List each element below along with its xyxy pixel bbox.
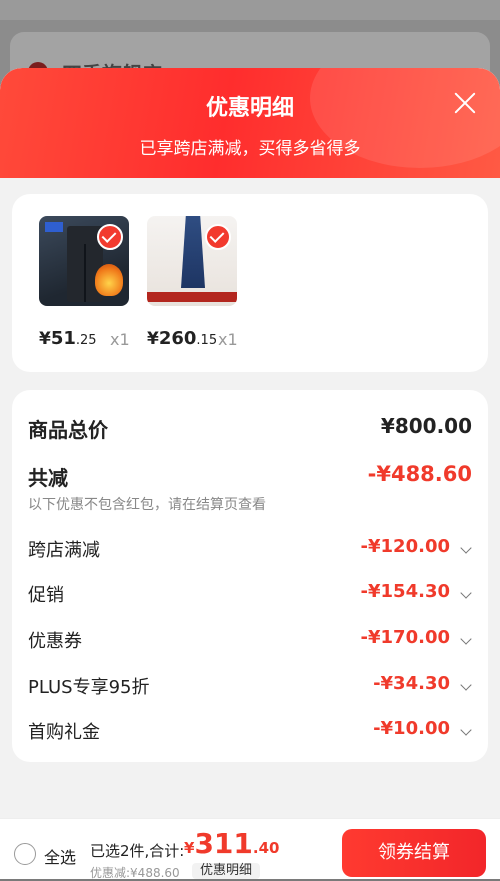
discount-item-value: -¥10.00 (373, 718, 450, 739)
select-all-radio[interactable] (14, 843, 36, 865)
discount-item-row[interactable]: 跨店满减 -¥120.00 (28, 536, 472, 566)
brand-logo (45, 222, 63, 232)
discount-item-label: 跨店满减 (28, 540, 100, 561)
discount-note: 以下优惠不包含红包，请在结算页查看 (28, 497, 266, 513)
total-price-value: ¥800.00 (380, 414, 472, 438)
selected-count-text: 已选2件,合计: (90, 842, 185, 860)
discount-amount-text: 优惠减:¥488.60 (90, 866, 180, 880)
select-all-label[interactable]: 全选 (44, 844, 76, 868)
discount-detail-button[interactable]: 优惠明细 (192, 863, 261, 879)
discount-item-row[interactable]: 促销 -¥154.30 (28, 581, 472, 611)
sheet-header: 优惠明细 已享跨店满减，买得多省得多 (0, 68, 500, 178)
discount-item-label: PLUS专享95折 (28, 677, 150, 698)
chevron-down-icon[interactable] (460, 633, 472, 645)
total-amount: ¥311.40 (184, 827, 280, 860)
chevron-down-icon[interactable] (460, 542, 472, 554)
discount-item-value: -¥154.30 (360, 581, 450, 602)
chevron-down-icon[interactable] (460, 587, 472, 599)
total-price-label: 商品总价 (28, 418, 108, 442)
total-discount-label: 共减 (28, 466, 68, 490)
checkout-bar: 全选 已选2件,合计: ¥311.40 优惠减:¥488.60 优惠明细 领券结… (0, 818, 500, 880)
close-icon[interactable] (452, 90, 478, 116)
discount-detail-sheet: 优惠明细 已享跨店满减，买得多省得多 ¥51.25 x1 ¥260.15 x1 … (0, 68, 500, 878)
price-summary-card: 商品总价 ¥800.00 共减 -¥488.60 以下优惠不包含红包，请在结算页… (12, 390, 488, 762)
discount-item-value: -¥170.00 (360, 627, 450, 648)
total-discount-row: 共减 -¥488.60 (28, 462, 472, 492)
discount-item-value: -¥34.30 (373, 673, 450, 694)
check-icon[interactable] (205, 224, 231, 250)
discount-item-value: -¥120.00 (360, 536, 450, 557)
flame-badge-icon (95, 264, 123, 296)
product-price: ¥51.25 (39, 328, 97, 349)
discount-item-row[interactable]: 首购礼金 -¥10.00 (28, 718, 472, 748)
discount-item-row[interactable]: 优惠券 -¥170.00 (28, 627, 472, 657)
background-top-nav (0, 0, 500, 20)
product-thumbnail[interactable] (39, 216, 129, 306)
total-price-row: 商品总价 ¥800.00 (28, 414, 472, 444)
check-icon[interactable] (97, 224, 123, 250)
jeans-image (181, 216, 205, 288)
discount-item-label: 首购礼金 (28, 722, 100, 743)
product-qty: x1 (218, 330, 238, 349)
chevron-down-icon[interactable] (460, 679, 472, 691)
discount-item-label: 促销 (28, 585, 64, 606)
discount-item-row[interactable]: PLUS专享95折 -¥34.30 (28, 673, 472, 703)
products-card: ¥51.25 x1 ¥260.15 x1 (12, 194, 488, 372)
checkout-button[interactable]: 领券结算 (342, 829, 486, 877)
discount-item-label: 优惠券 (28, 631, 82, 652)
product-price: ¥260.15 (147, 328, 218, 349)
product-thumbnail[interactable] (147, 216, 237, 306)
product-qty: x1 (110, 330, 130, 349)
total-discount-value: -¥488.60 (367, 462, 472, 486)
sheet-subtitle: 已享跨店满减，买得多省得多 (139, 139, 361, 159)
promo-band (147, 292, 237, 302)
chevron-down-icon[interactable] (460, 724, 472, 736)
sheet-title: 优惠明细 (205, 96, 294, 121)
